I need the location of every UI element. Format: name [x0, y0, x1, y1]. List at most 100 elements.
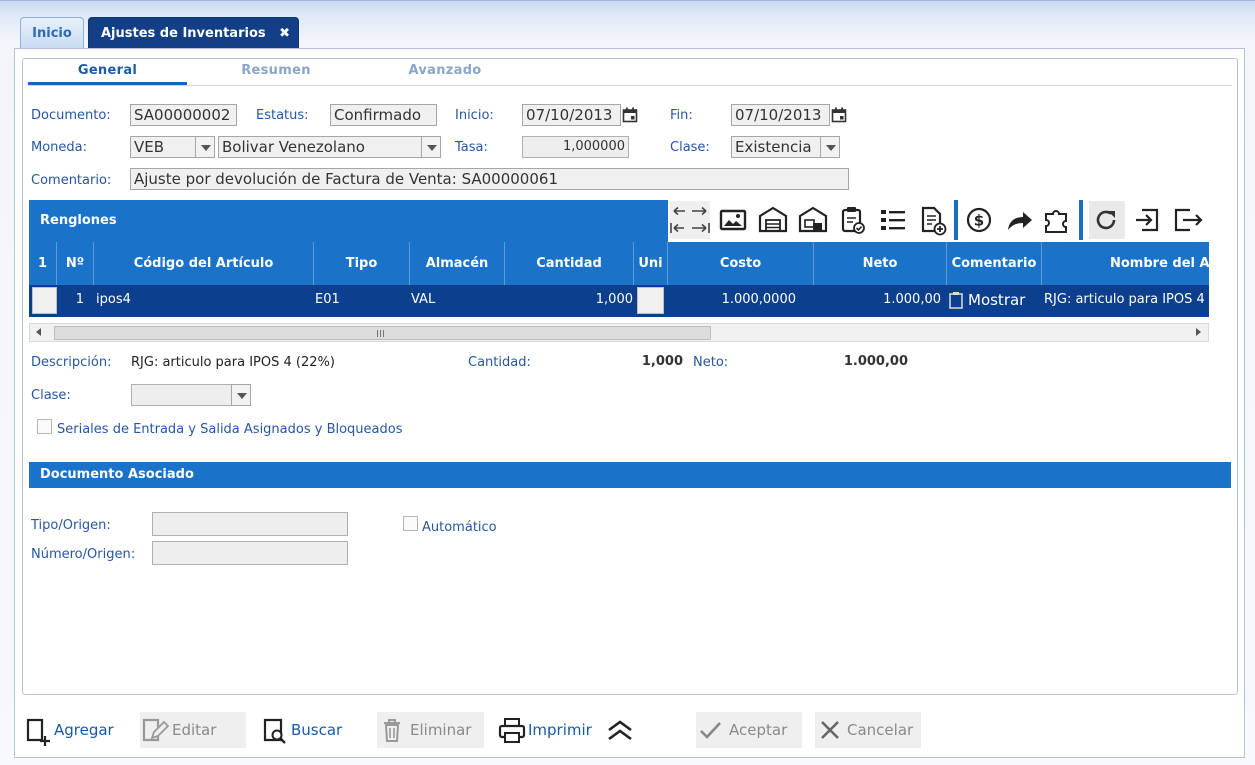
printer-icon	[498, 718, 526, 743]
documento-label: Documento:	[31, 108, 111, 123]
cell-neto: 1.000,00	[883, 292, 941, 307]
column-header-costo[interactable]: Costo	[668, 242, 814, 285]
buscar-label: Buscar	[291, 721, 343, 739]
inicio-label: Inicio:	[455, 108, 494, 123]
tipo-origen-field[interactable]	[152, 512, 348, 536]
clase-label: Clase:	[670, 140, 710, 155]
column-header-almacen[interactable]: Almacén	[410, 242, 505, 285]
cell-cantidad: 1,000	[595, 292, 633, 307]
imprimir-button[interactable]: Imprimir	[497, 712, 597, 748]
scrollbar-thumb[interactable]	[54, 326, 711, 340]
estatus-field[interactable]: Confirmado	[330, 104, 437, 126]
expand-collapse-icon[interactable]	[670, 201, 710, 239]
column-header-nombre[interactable]: Nombre del A	[1042, 242, 1209, 285]
document-add-icon[interactable]	[916, 201, 950, 239]
export-icon[interactable]	[1170, 201, 1204, 239]
seriales-label: Seriales de Entrada y Salida Asignados y…	[57, 422, 403, 437]
aceptar-label: Aceptar	[729, 721, 788, 739]
detail-clase-select[interactable]	[131, 384, 232, 406]
estatus-label: Estatus:	[256, 108, 309, 123]
scroll-left-icon[interactable]	[36, 328, 41, 336]
subtab-avanzado[interactable]: Avanzado	[365, 63, 525, 83]
cell-costo: 1.000,0000	[721, 292, 796, 307]
moneda-name-select[interactable]: Bolivar Venezolano	[218, 136, 423, 158]
close-icon[interactable]: ✖	[279, 18, 290, 49]
subtab-general[interactable]: General	[28, 63, 187, 83]
chevron-down-icon[interactable]	[231, 384, 251, 406]
cantidad-label: Cantidad:	[468, 355, 531, 370]
editar-label: Editar	[172, 721, 217, 739]
search-icon	[263, 718, 286, 744]
column-header-tipo[interactable]: Tipo	[314, 242, 410, 285]
grid-header: 1 Nº Código del Artículo Tipo Almacén Ca…	[29, 242, 1209, 285]
cell-unidad-box[interactable]	[637, 287, 664, 314]
cell-codigo: ipos4	[96, 292, 131, 307]
cancelar-label: Cancelar	[847, 721, 914, 739]
edit-icon	[142, 718, 170, 742]
eliminar-label: Eliminar	[410, 721, 472, 739]
tab-ajustes-inventarios[interactable]: Ajustes de Inventarios ✖	[88, 17, 299, 48]
tipo-origen-label: Tipo/Origen:	[31, 518, 111, 533]
import-icon[interactable]	[1130, 201, 1164, 239]
numero-origen-field[interactable]	[152, 541, 348, 565]
neto-label: Neto:	[693, 355, 729, 370]
fin-date-field[interactable]: 07/10/2013	[731, 104, 830, 126]
cell-comentario-mostrar[interactable]: Mostrar	[968, 285, 1048, 317]
calendar-icon[interactable]	[622, 107, 638, 123]
inicio-date-field[interactable]: 07/10/2013	[522, 104, 621, 126]
detail-clase-label: Clase:	[31, 388, 71, 403]
comentario-field[interactable]: Ajuste por devolución de Factura de Vent…	[130, 168, 849, 190]
close-icon	[821, 721, 839, 739]
renglones-header: Renglones	[29, 200, 668, 242]
row-select-checkbox[interactable]	[32, 287, 57, 314]
moneda-code-select[interactable]: VEB	[130, 136, 196, 158]
buscar-button[interactable]: Buscar	[260, 712, 352, 748]
forward-arrow-icon[interactable]	[1002, 201, 1036, 239]
toolbar-separator	[954, 200, 958, 240]
warehouse-move-icon[interactable]	[796, 201, 830, 239]
comentario-label: Comentario:	[31, 173, 112, 188]
trash-icon	[384, 719, 400, 742]
column-header-neto[interactable]: Neto	[814, 242, 947, 285]
clipboard-check-icon[interactable]	[836, 201, 870, 239]
column-header-comentario[interactable]: Comentario	[947, 242, 1042, 285]
neto-value: 1.000,00	[843, 354, 908, 369]
agregar-button[interactable]: Agregar	[22, 712, 122, 748]
dollar-icon[interactable]: $	[962, 201, 996, 239]
moneda-label: Moneda:	[31, 140, 88, 155]
column-header-numero[interactable]: Nº	[57, 242, 94, 285]
horizontal-scrollbar[interactable]	[29, 323, 1209, 342]
puzzle-icon[interactable]	[1040, 201, 1074, 239]
chevron-down-icon[interactable]	[421, 136, 441, 158]
warehouse-icon[interactable]	[756, 201, 790, 239]
tasa-field[interactable]: 1,000000	[522, 136, 629, 158]
agregar-label: Agregar	[54, 721, 114, 739]
cell-almacen: VAL	[411, 292, 436, 307]
documento-field[interactable]: SA00000002	[130, 104, 237, 126]
chevron-down-icon[interactable]	[820, 136, 840, 158]
chevron-down-icon[interactable]	[195, 136, 215, 158]
scroll-right-icon[interactable]	[1196, 328, 1201, 336]
seriales-checkbox[interactable]	[37, 419, 52, 434]
list-icon[interactable]	[876, 201, 910, 239]
column-header-unidad[interactable]: Uni	[634, 242, 668, 285]
cancelar-button[interactable]: Cancelar	[815, 712, 921, 748]
clase-select[interactable]: Existencia	[731, 136, 821, 158]
eliminar-button[interactable]: Eliminar	[377, 712, 484, 748]
double-chevron-up-icon[interactable]	[606, 719, 634, 743]
subtab-resumen[interactable]: Resumen	[187, 63, 365, 83]
editar-button[interactable]: Editar	[140, 712, 246, 748]
column-header-check[interactable]: 1	[29, 242, 57, 285]
aceptar-button[interactable]: Aceptar	[696, 712, 802, 748]
calendar-icon[interactable]	[831, 107, 847, 123]
image-icon[interactable]	[716, 201, 750, 239]
column-header-cantidad[interactable]: Cantidad	[505, 242, 634, 285]
automatico-checkbox[interactable]	[403, 516, 418, 531]
numero-origen-label: Número/Origen:	[31, 547, 136, 562]
tab-inicio[interactable]: Inicio	[20, 17, 84, 48]
column-header-codigo[interactable]: Código del Artículo	[94, 242, 314, 285]
clipboard-icon[interactable]	[948, 291, 964, 309]
table-row[interactable]: 1 ipos4 E01 VAL 1,000 1.000,0000 1.000,0…	[29, 285, 1209, 317]
fin-label: Fin:	[670, 108, 693, 123]
refresh-icon[interactable]	[1089, 201, 1125, 239]
